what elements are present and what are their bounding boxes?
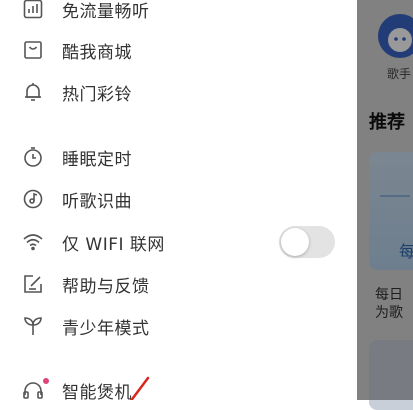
menu-item-help[interactable]: 帮助与反馈 xyxy=(0,264,357,304)
menu-item-label: 帮助与反馈 xyxy=(62,276,150,297)
menu-item-smart-device[interactable]: 智能煲机 xyxy=(0,370,357,400)
shopping-bag-icon xyxy=(20,37,46,63)
menu-item-label: 酷我商城 xyxy=(62,42,132,63)
menu-item-ringtone[interactable]: 热门彩铃 xyxy=(0,72,357,112)
sprout-icon xyxy=(20,313,46,339)
menu-item-label: 热门彩铃 xyxy=(62,84,132,105)
drawer-scrim[interactable] xyxy=(357,0,413,400)
menu-item-label: 智能煲机 xyxy=(62,382,132,401)
menu-item-label: 睡眠定时 xyxy=(62,149,132,170)
edit-note-icon xyxy=(20,271,46,297)
bell-icon xyxy=(20,79,46,105)
menu-item-sleep-timer[interactable]: 睡眠定时 xyxy=(0,137,357,177)
timer-icon xyxy=(20,144,46,170)
menu-item-teen-mode[interactable]: 青少年模式 xyxy=(0,306,357,346)
red-check-mark-icon xyxy=(129,376,150,400)
menu-item-store[interactable]: 酷我商城 xyxy=(0,30,357,70)
wifi-only-toggle[interactable] xyxy=(279,226,335,258)
menu-item-label: 青少年模式 xyxy=(62,318,150,339)
toggle-knob xyxy=(281,228,309,256)
music-disc-icon xyxy=(20,186,46,212)
menu-item-label: 仅 WIFI 联网 xyxy=(62,234,165,255)
menu-item-song-recognition[interactable]: 听歌识曲 xyxy=(0,179,357,219)
menu-item-label: 免流量畅听 xyxy=(62,1,150,22)
new-badge-dot xyxy=(43,378,49,384)
side-drawer: 免流量畅听 酷我商城 热门彩铃 睡眠定时 听歌识曲 仅 WIFI 联网 帮助与反… xyxy=(0,0,357,400)
menu-item-label: 听歌识曲 xyxy=(62,191,132,212)
wifi-icon xyxy=(20,229,46,255)
bar-chart-icon xyxy=(20,0,46,22)
menu-item-free-data[interactable]: 免流量畅听 xyxy=(0,0,357,29)
